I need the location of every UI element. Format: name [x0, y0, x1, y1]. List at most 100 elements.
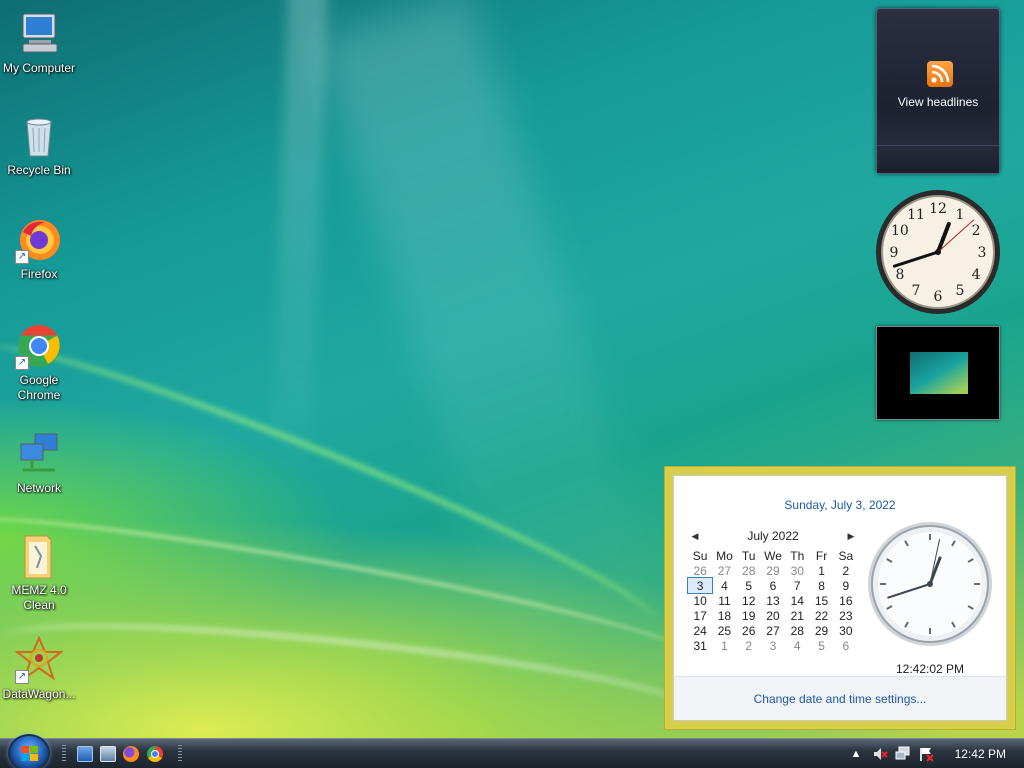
weekday-header: Mo — [716, 548, 733, 563]
next-month-icon[interactable]: ▶ — [844, 529, 858, 543]
calendar-day[interactable]: 6 — [834, 638, 858, 653]
clock-numeral: 10 — [891, 223, 909, 239]
calendar-day[interactable]: 3 — [686, 577, 714, 594]
flyout-analog-clock — [866, 520, 994, 648]
datawagon-icon: ↗ — [14, 635, 64, 684]
calendar-day[interactable]: 22 — [809, 608, 833, 623]
wallpaper-streak — [315, 0, 685, 708]
previous-month-icon[interactable]: ◀ — [688, 529, 702, 543]
calendar-day[interactable]: 12 — [737, 593, 761, 608]
desktop-icon-memz-folder[interactable]: MEMZ 4.0 Clean — [0, 532, 79, 613]
desktop-icon-my-computer[interactable]: My Computer — [0, 10, 79, 76]
volume-muted-icon[interactable] — [872, 746, 888, 762]
calendar-day[interactable]: 16 — [834, 593, 858, 608]
taskbar-grip[interactable] — [178, 745, 182, 763]
calendar-day[interactable]: 30 — [834, 623, 858, 638]
calendar-week-row: 24 25 26 27 28 29 30 — [688, 623, 858, 638]
clock-numeral: 5 — [956, 283, 965, 299]
calendar-day[interactable]: 25 — [712, 623, 736, 638]
calendar-day[interactable]: 23 — [834, 608, 858, 623]
calendar-week-row: 17 18 19 20 21 22 23 — [688, 608, 858, 623]
weekday-header: Fr — [815, 548, 828, 563]
calendar-day[interactable]: 1 — [712, 638, 736, 653]
desktop-icon-recycle-bin[interactable]: Recycle Bin — [0, 112, 79, 178]
weekday-header: We — [764, 548, 782, 563]
calendar-week-row: 26 27 28 29 30 1 2 — [688, 563, 858, 578]
clock-numeral: 9 — [890, 245, 899, 261]
calendar-day[interactable]: 1 — [809, 563, 833, 578]
calendar-day[interactable]: 21 — [785, 608, 809, 623]
slideshow-image — [910, 352, 968, 394]
change-date-time-settings-link[interactable]: Change date and time settings... — [754, 692, 927, 706]
calendar-day[interactable]: 3 — [761, 638, 785, 653]
windows-logo-icon — [21, 746, 39, 762]
desktop-icon-network[interactable]: Network — [0, 430, 79, 496]
calendar-day[interactable]: 4 — [785, 638, 809, 653]
clock-numeral: 7 — [912, 283, 921, 299]
calendar-day[interactable]: 31 — [688, 638, 712, 653]
desktop-icon-datawagon[interactable]: ↗ DataWagon... — [0, 635, 79, 702]
calendar-day[interactable]: 6 — [761, 578, 785, 593]
slideshow-gadget[interactable] — [876, 326, 1000, 420]
rss-feed-icon — [927, 61, 953, 87]
show-hidden-icons-arrow-icon[interactable]: ▲ — [848, 746, 864, 762]
date-time-flyout: Sunday, July 3, 2022 ◀ July 2022 ▶ Su Mo T… — [664, 466, 1016, 730]
calendar-day[interactable]: 18 — [712, 608, 736, 623]
calendar-day[interactable]: 26 — [688, 563, 712, 578]
calendar-day[interactable]: 24 — [688, 623, 712, 638]
show-desktop-icon[interactable] — [77, 746, 93, 762]
calendar-day[interactable]: 20 — [761, 608, 785, 623]
desktop-icon-google-chrome[interactable]: ↗ Google Chrome — [0, 322, 79, 403]
clock-gadget[interactable]: 1 2 3 4 5 6 7 8 9 10 11 12 — [874, 188, 1002, 316]
shortcut-arrow-icon: ↗ — [15, 250, 29, 264]
calendar-day[interactable]: 28 — [785, 623, 809, 638]
calendar-day[interactable]: 26 — [737, 623, 761, 638]
calendar-day[interactable]: 11 — [712, 593, 736, 608]
desktop-icon-firefox[interactable]: ↗ Firefox — [0, 216, 79, 282]
clock-numeral: 2 — [972, 223, 981, 239]
weekday-header: Sa — [838, 548, 854, 563]
calendar-day[interactable]: 5 — [737, 578, 761, 593]
action-center-icon[interactable] — [918, 746, 934, 762]
calendar-day[interactable]: 7 — [785, 578, 809, 593]
calendar-day[interactable]: 27 — [761, 623, 785, 638]
calendar-day[interactable]: 15 — [809, 593, 833, 608]
shortcut-arrow-icon: ↗ — [15, 670, 29, 684]
calendar-day[interactable]: 28 — [737, 563, 761, 578]
start-button[interactable] — [8, 734, 50, 768]
calendar-day[interactable]: 10 — [688, 593, 712, 608]
calendar-day[interactable]: 9 — [834, 578, 858, 593]
view-headlines-label: View headlines — [897, 95, 979, 109]
firefox-quicklaunch-icon[interactable] — [123, 746, 139, 762]
wallpaper-streak — [0, 603, 702, 747]
calendar-day[interactable]: 17 — [688, 608, 712, 623]
computer-icon — [15, 10, 63, 58]
calendar-day[interactable]: 27 — [712, 563, 736, 578]
desktop-icon-label: DataWagon... — [2, 687, 76, 701]
calendar-day[interactable]: 13 — [761, 593, 785, 608]
taskbar-clock[interactable]: 12:42 PM — [955, 747, 1006, 761]
weekday-header: Tu — [741, 548, 756, 563]
taskbar-grip[interactable] — [62, 745, 66, 763]
clock-numeral: 12 — [929, 201, 947, 217]
calendar-day[interactable]: 5 — [809, 638, 833, 653]
calendar-day[interactable]: 2 — [834, 563, 858, 578]
weekday-header: Th — [790, 548, 805, 563]
calendar-week-row: 10 11 12 13 14 15 16 — [688, 593, 858, 608]
network-icon — [15, 430, 63, 478]
network-status-icon[interactable] — [895, 746, 911, 762]
feed-headlines-gadget[interactable]: View headlines — [876, 8, 1000, 174]
month-year-label[interactable]: July 2022 — [747, 529, 798, 543]
calendar-day[interactable]: 19 — [737, 608, 761, 623]
calendar-day[interactable]: 30 — [785, 563, 809, 578]
calendar-day[interactable]: 4 — [712, 578, 736, 593]
clock-numeral: 6 — [934, 289, 943, 305]
chrome-quicklaunch-icon[interactable] — [147, 746, 163, 762]
calendar-day[interactable]: 29 — [809, 623, 833, 638]
clock-numeral: 3 — [978, 245, 987, 261]
calendar-day[interactable]: 2 — [737, 638, 761, 653]
switch-windows-icon[interactable] — [100, 746, 116, 762]
calendar-day[interactable]: 29 — [761, 563, 785, 578]
calendar-day[interactable]: 8 — [809, 578, 833, 593]
calendar-day[interactable]: 14 — [785, 593, 809, 608]
